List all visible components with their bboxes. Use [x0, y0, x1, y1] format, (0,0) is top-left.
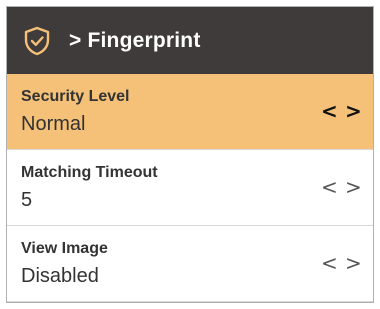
chevron-right-icon[interactable]: > [345, 250, 362, 276]
setting-value: Disabled [21, 265, 99, 287]
setting-label: Matching Timeout [21, 164, 158, 181]
setting-label: View Image [21, 240, 108, 257]
chevron-right-icon[interactable]: > [345, 174, 362, 200]
chevron-left-icon[interactable]: < [321, 250, 338, 276]
value-stepper: < > [321, 98, 362, 124]
chevron-right-icon[interactable]: > [345, 98, 362, 124]
setting-value: 5 [21, 189, 33, 211]
settings-list: Security Level Normal < > Matching Timeo… [7, 74, 373, 302]
chevron-left-icon[interactable]: < [321, 98, 338, 124]
chevron-left-icon[interactable]: < [321, 174, 338, 200]
shield-check-icon [23, 26, 51, 56]
page-title: > Fingerprint [69, 28, 201, 52]
setting-row-matching-timeout[interactable]: Matching Timeout 5 < > [7, 150, 373, 226]
settings-panel: > Fingerprint Security Level Normal < > … [6, 6, 374, 303]
setting-row-security-level[interactable]: Security Level Normal < > [7, 74, 373, 150]
setting-label: Security Level [21, 88, 130, 105]
value-stepper: < > [321, 174, 362, 200]
setting-row-view-image[interactable]: View Image Disabled < > [7, 226, 373, 302]
value-stepper: < > [321, 250, 362, 276]
page-header: > Fingerprint [7, 7, 373, 74]
setting-value: Normal [21, 113, 86, 135]
